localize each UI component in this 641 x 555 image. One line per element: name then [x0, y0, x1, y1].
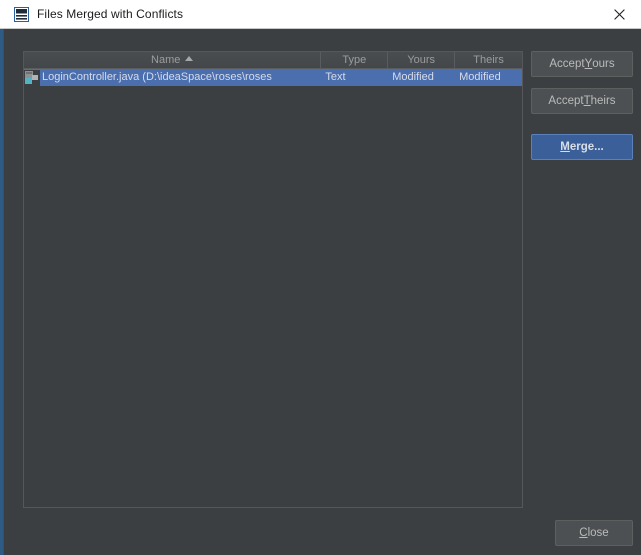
column-header-type[interactable]: Type: [321, 52, 389, 68]
merge-label-after: erge...: [569, 141, 604, 153]
close-label-after: lose: [587, 527, 609, 539]
sort-ascending-icon: [185, 56, 194, 61]
dialog-content: Name Type Yours Theirs LoginController.j…: [4, 29, 641, 555]
column-header-yours[interactable]: Yours: [388, 52, 456, 68]
dialog-titlebar: Files Merged with Conflicts: [0, 0, 641, 29]
accept-yours-label-after: ours: [592, 58, 615, 70]
accept-theirs-label-before: Accept: [548, 95, 584, 107]
cell-yours: Modified: [388, 69, 456, 86]
cell-name-text: LoginController.java (D:\ideaSpace\roses…: [42, 71, 272, 83]
accept-yours-label-before: Accept: [549, 58, 585, 70]
table-header-row: Name Type Yours Theirs: [24, 52, 522, 69]
cell-name[interactable]: LoginController.java (D:\ideaSpace\roses…: [24, 69, 322, 86]
accept-theirs-button[interactable]: Accept Theirs: [531, 88, 633, 114]
column-header-name[interactable]: Name: [24, 52, 322, 68]
dialog-title: Files Merged with Conflicts: [37, 7, 184, 21]
close-mnemonic: C: [579, 527, 588, 539]
accept-yours-mnemonic: Y: [584, 58, 593, 70]
close-icon[interactable]: [597, 0, 641, 28]
cell-type: Text: [321, 69, 389, 86]
column-header-name-label: Name: [151, 54, 181, 66]
accept-theirs-label-after: heirs: [590, 95, 616, 107]
java-class-file-icon: [24, 69, 40, 86]
accept-theirs-mnemonic: T: [583, 95, 591, 107]
cell-theirs: Modified: [455, 69, 522, 86]
merge-mnemonic: M: [560, 141, 570, 153]
table-body: LoginController.java (D:\ideaSpace\roses…: [24, 69, 522, 507]
close-button[interactable]: Close: [555, 520, 633, 546]
conflicted-files-table[interactable]: Name Type Yours Theirs LoginController.j…: [23, 51, 523, 508]
intellij-idea-icon: [14, 7, 29, 22]
accept-yours-button[interactable]: Accept Yours: [531, 51, 633, 77]
table-row[interactable]: LoginController.java (D:\ideaSpace\roses…: [24, 69, 522, 86]
column-header-theirs[interactable]: Theirs: [455, 52, 522, 68]
merge-button[interactable]: Merge...: [531, 134, 633, 160]
files-merged-with-conflicts-dialog: Files Merged with Conflicts Name Type Yo…: [0, 0, 641, 555]
